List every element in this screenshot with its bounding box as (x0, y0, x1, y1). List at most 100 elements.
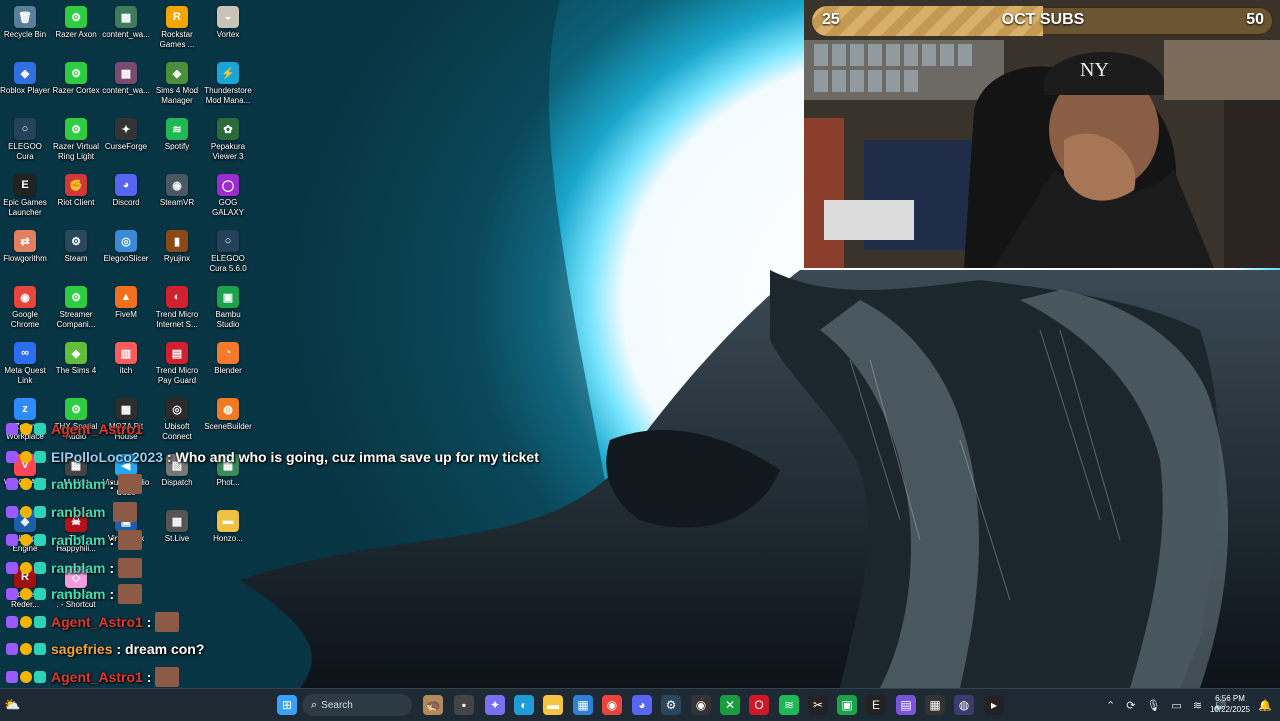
desktop-icon-label: SceneBuilder (204, 422, 252, 431)
taskbar-chrome-icon[interactable]: ◉ (602, 695, 622, 715)
desktop-icon-thunderstore[interactable]: ⚡ Thunderstore Mod Mana... (203, 56, 253, 106)
chat-text: : (146, 669, 152, 685)
taskbar-capcut-icon[interactable]: ✂ (808, 695, 828, 715)
chat-username: sagefries (51, 641, 113, 657)
desktop-icon-scenebuilder[interactable]: ◍ SceneBuilder (203, 392, 253, 432)
taskbar-steam-icon[interactable]: ⚙ (661, 695, 681, 715)
taskbar-notes-icon[interactable]: ▤ (896, 695, 916, 715)
chat-emote (118, 474, 143, 494)
taskbar-spotify-icon[interactable]: ≋ (779, 695, 799, 715)
chat-text: : dream con? (116, 641, 205, 657)
badge-icon (34, 562, 46, 574)
desktop-icon-streamer-companion[interactable]: ⚙ Streamer Compani... (51, 280, 101, 330)
subs-goal-bar: 25 OCT SUBS 50 (812, 6, 1274, 36)
desktop-icon-content-2[interactable]: ▦ content_wa... (101, 56, 151, 96)
badge-icon (6, 562, 18, 574)
taskbar-copilot-icon[interactable]: ✦ (485, 695, 505, 715)
taskbar-edge-icon[interactable]: ◐ (514, 695, 534, 715)
wifi-icon[interactable]: ≋ (1193, 699, 1202, 712)
taskbar-task-view-icon[interactable]: ▪ (454, 695, 474, 715)
taskbar-app-dark-icon[interactable]: ▦ (925, 695, 945, 715)
desktop-icon-elegoo-cura[interactable]: ○ ELEGOO Cura (0, 112, 50, 162)
network-icon[interactable]: ▭ (1171, 699, 1181, 712)
taskbar-search[interactable]: ⌕ Search (302, 694, 412, 716)
razer-vrl-icon: ⚙ (65, 118, 87, 140)
desktop-icon-sims4[interactable]: ◆ The Sims 4 (51, 336, 101, 376)
desktop-icon-chrome[interactable]: ◉ Google Chrome (0, 280, 50, 330)
desktop-icon-blender[interactable]: ◔ Blender (203, 336, 253, 376)
badge-icon (34, 588, 46, 600)
desktop-icon-bambu[interactable]: ▣ Bambu Studio (203, 280, 253, 330)
desktop-icon-rockstar[interactable]: R Rockstar Games ... (152, 0, 202, 50)
desktop-icon-razer-axon[interactable]: ⚙ Razer Axon (51, 0, 101, 40)
desktop-icon-curseforge[interactable]: ✦ CurseForge (101, 112, 151, 152)
desktop-icon-razer-cortex[interactable]: ⚙ Razer Cortex (51, 56, 101, 96)
clock-time: 6:56 PM (1215, 694, 1245, 703)
desktop-icon-stlive[interactable]: ▦ St.Live (152, 504, 202, 544)
desktop-icon-flowgorithm[interactable]: ⇄ Flowgorithm (0, 224, 50, 264)
desktop-icon-label: ELEGOO Cura 5.6.0 (209, 254, 247, 273)
desktop-icon-steam[interactable]: ⚙ Steam (51, 224, 101, 264)
microphone-icon[interactable]: 🎙 (1146, 699, 1160, 712)
chat-emote (113, 502, 138, 522)
desktop-icon-epic[interactable]: E Epic Games Launcher (0, 168, 50, 218)
taskbar-start-icon[interactable]: ⊞ (277, 695, 297, 715)
taskbar-terminal-icon[interactable]: ▸ (984, 695, 1004, 715)
desktop-icon-recycle-bin[interactable]: 🗑 Recycle Bin (0, 0, 50, 40)
desktop-icon-riot[interactable]: ✊ Riot Client (51, 168, 101, 208)
curseforge-icon: ✦ (115, 118, 137, 140)
taskbar-app-purple-icon[interactable]: ◍ (954, 695, 974, 715)
desktop-icon-meta-quest[interactable]: ∞ Meta Quest Link (0, 336, 50, 386)
desktop-icon-ryujinx[interactable]: ▮ Ryujinx (152, 224, 202, 264)
sync-icon[interactable]: ⟳ (1126, 699, 1135, 712)
chat-username: ranblam (51, 476, 106, 492)
badge-icon (6, 588, 18, 600)
desktop-icon-discord[interactable]: ◕ Discord (101, 168, 151, 208)
desktop-icon-label: Steam (64, 254, 88, 263)
badge-icon (20, 643, 32, 655)
desktop-icon-vortex[interactable]: ◒ Vortex (203, 0, 253, 40)
taskbar-app-green-icon[interactable]: ▣ (837, 695, 857, 715)
chat-message: sagefries: dream con? (6, 638, 204, 660)
desktop-icon-content-1[interactable]: ▦ content_wa... (101, 0, 151, 40)
desktop-icon-label: Razer Axon (55, 30, 97, 39)
taskbar-epic-icon[interactable]: E (866, 695, 886, 715)
taskbar-clock[interactable]: 6:56 PM 10/22/2025 (1206, 693, 1254, 715)
badge-icon (20, 506, 32, 518)
taskbar-xbox-icon[interactable]: ✕ (720, 695, 740, 715)
desktop-icon-fivem[interactable]: ▲ FiveM (101, 280, 151, 320)
desktop-icon-elegoo-cura-56[interactable]: ○ ELEGOO Cura 5.6.0 (203, 224, 253, 274)
desktop-icon-elegooslicer[interactable]: ◎ ElegooSlicer (101, 224, 151, 264)
desktop-icon-label: itch (119, 366, 133, 375)
desktop-icon-razer-vrl[interactable]: ⚙ Razer Virtual Ring Light (51, 112, 101, 162)
taskbar-explorer-icon[interactable]: ▬ (543, 695, 563, 715)
desktop-icon-honzo[interactable]: ▬ Honzo... (203, 504, 253, 544)
chevron-up-icon[interactable]: ⌃ (1106, 699, 1115, 712)
desktop-icon-pepakura[interactable]: ✿ Pepakura Viewer 3 (203, 112, 253, 162)
desktop-icon-label: Rockstar Games ... (159, 30, 195, 49)
taskbar-widgets-icon[interactable]: 🦔 (423, 695, 443, 715)
desktop-icon-ubisoft[interactable]: ◎ Ubisoft Connect (152, 392, 202, 442)
desktop-icon-steamvr[interactable]: ◉ SteamVR (152, 168, 202, 208)
taskbar-obs-icon[interactable]: ◉ (691, 695, 711, 715)
desktop-icon-trend-micro-is[interactable]: ◐ Trend Micro Internet S... (152, 280, 202, 330)
desktop-icon-spotify[interactable]: ≋ Spotify (152, 112, 202, 152)
weather-widget[interactable]: ⛅ (4, 689, 20, 721)
desktop-icon-label: Ryujinx (163, 254, 191, 263)
desktop-icon-trend-micro-pg[interactable]: ▤ Trend Micro Pay Guard (152, 336, 202, 386)
notification-bell[interactable]: 🔔 (1258, 689, 1272, 721)
steamvr-icon: ◉ (166, 174, 188, 196)
desktop-icon-label: ELEGOO Cura (8, 142, 42, 161)
desktop-icon-label: Recycle Bin (3, 30, 47, 39)
ryujinx-icon: ▮ (166, 230, 188, 252)
desktop-icon-itch[interactable]: ▥ itch (101, 336, 151, 376)
badge-icon (20, 451, 32, 463)
desktop-icon-gog[interactable]: ◯ GOG GALAXY (203, 168, 253, 218)
taskbar-store-icon[interactable]: ▦ (573, 695, 593, 715)
desktop-icon-sims4mm[interactable]: ◆ Sims 4 Mod Manager (152, 56, 202, 106)
taskbar-discord-icon[interactable]: ◕ (632, 695, 652, 715)
chat-message: Agent_Astro1: (6, 666, 180, 688)
desktop-icon-roblox[interactable]: ◆ Roblox Player (0, 56, 50, 96)
desktop-icon-label: GOG GALAXY (211, 198, 244, 217)
taskbar-opera-icon[interactable]: O (749, 695, 769, 715)
